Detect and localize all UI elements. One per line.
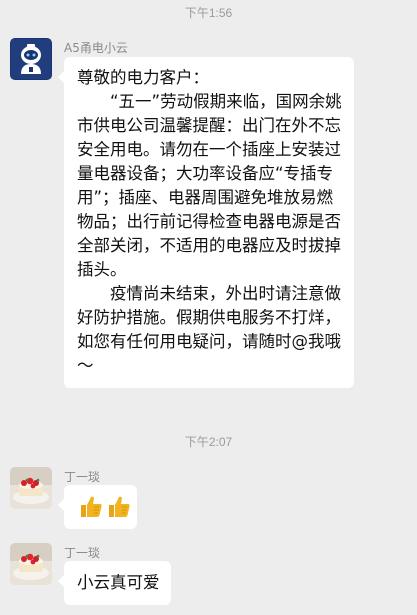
notice-paragraph: 疫情尚未结束，外出时请注意做好防护措施。假期供电服务不打烊，如您有任何用电疑问，… bbox=[77, 284, 341, 375]
thumbs-up-icon bbox=[78, 494, 104, 520]
message-text: 小云真可爱 bbox=[77, 573, 160, 592]
cake-avatar-icon[interactable] bbox=[10, 543, 52, 585]
greeting-line: 尊敬的电力客户： bbox=[77, 68, 209, 87]
timestamp: 下午1:56 bbox=[184, 6, 233, 20]
message-bubble[interactable]: 尊敬的电力客户： “五一”劳动假期来临，国网余姚市供电公司温馨提醒：出门在外不忘… bbox=[58, 57, 354, 388]
cake-avatar-icon[interactable] bbox=[10, 467, 52, 509]
sender-name: 丁一琰 bbox=[64, 470, 101, 484]
message-text: 尊敬的电力客户： “五一”劳动假期来临，国网余姚市供电公司温馨提醒：出门在外不忘… bbox=[77, 66, 344, 378]
timestamp: 下午2:07 bbox=[184, 435, 233, 449]
sender-name: A5甬电小云 bbox=[64, 41, 128, 55]
robot-avatar-icon[interactable] bbox=[10, 38, 52, 80]
message-bubble[interactable] bbox=[58, 485, 137, 529]
message-bubble[interactable]: 小云真可爱 bbox=[58, 561, 171, 605]
sender-name: 丁一琰 bbox=[64, 546, 101, 560]
reminder-paragraph: “五一”劳动假期来临，国网余姚市供电公司温馨提醒：出门在外不忘安全用电。请勿在一… bbox=[77, 92, 342, 279]
thumbs-up-icon bbox=[106, 494, 132, 520]
